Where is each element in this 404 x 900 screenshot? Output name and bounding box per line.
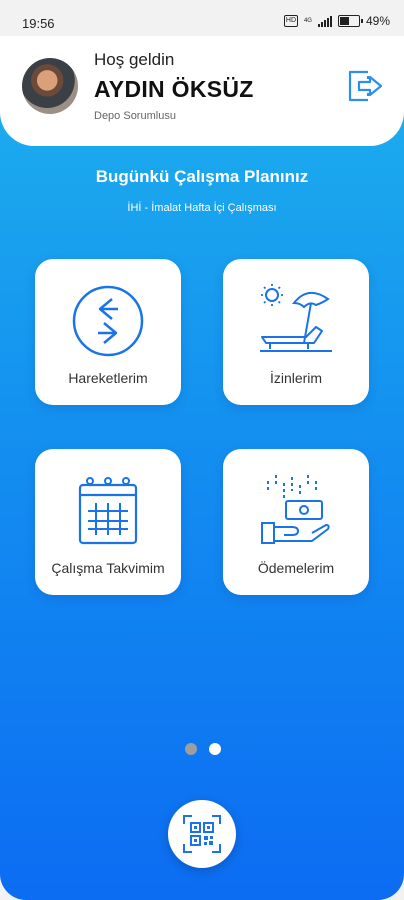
plan-subtitle: İHİ - İmalat Hafta İçi Çalışması [127,202,277,214]
status-icons: HD 4G 49% [283,14,390,28]
sim-icon: HD [283,15,298,27]
battery-percent: 49% [365,14,390,28]
movement-arrows-icon [72,285,144,357]
page-dot[interactable] [209,743,221,755]
tile-label: İzinlerim [269,370,323,386]
page-indicator [185,743,221,755]
network-type: 4G [303,18,312,24]
beach-umbrella-icon [260,284,332,352]
qr-scan-button[interactable] [168,800,236,868]
app-screen: 19:56 HD 4G 49% Hoş geldin AYDIN ÖKSÜZ D… [0,0,404,900]
tile-label: Ödemelerim [257,560,335,576]
calendar-icon [78,477,138,545]
greeting-text: Hoş geldin [94,50,175,69]
tile-hareketlerim[interactable]: Hareketlerim [35,259,181,405]
tile-odemelerim[interactable]: Ödemelerim [223,449,369,595]
user-name: AYDIN ÖKSÜZ [94,76,254,102]
payment-hand-icon [261,475,330,544]
tile-calisma-takvimim[interactable]: Çalışma Takvimim [35,449,181,595]
tile-label: Hareketlerim [68,370,148,386]
tile-label: Çalışma Takvimim [51,560,165,576]
user-role: Depo Sorumlusu [94,110,176,122]
battery-icon [337,15,363,27]
page-dot-active[interactable] [185,743,197,755]
signal-icon [317,15,332,27]
plan-title: Bugünkü Çalışma Planınız [95,167,309,186]
profile-header: Hoş geldin AYDIN ÖKSÜZ Depo Sorumlusu [0,36,404,146]
tile-izinlerim[interactable]: İzinlerim [223,259,369,405]
status-time: 19:56 [22,16,55,31]
avatar[interactable] [22,58,78,114]
logout-button[interactable] [344,66,384,106]
logout-icon [348,70,383,102]
qr-code-icon [183,815,221,853]
